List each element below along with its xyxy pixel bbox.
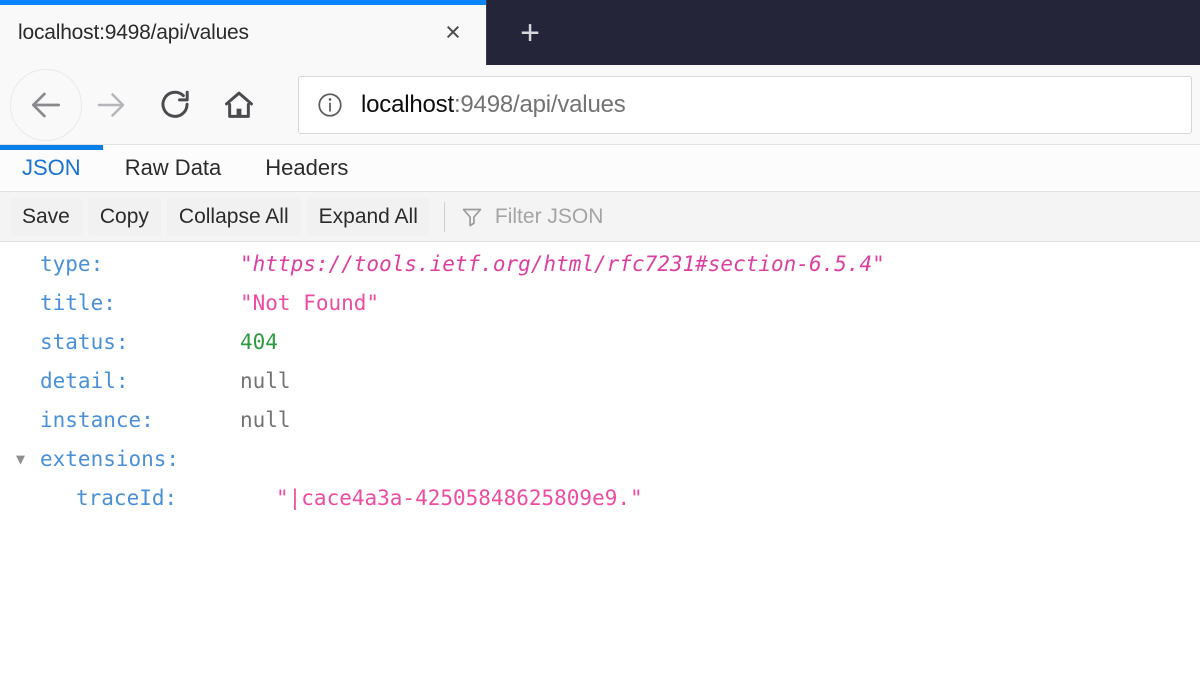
json-key-cell: traceId: xyxy=(40,486,276,510)
toolbar-divider xyxy=(443,201,445,232)
tab-json-label: JSON xyxy=(22,155,81,180)
json-viewer-tabs: JSON Raw Data Headers xyxy=(0,145,1200,192)
json-key: instance: xyxy=(40,408,154,432)
save-button[interactable]: Save xyxy=(10,197,82,236)
tab-headers-label: Headers xyxy=(265,155,349,180)
copy-button[interactable]: Copy xyxy=(87,197,161,236)
tab-raw-data-label: Raw Data xyxy=(124,155,222,180)
filter-json-input[interactable]: Filter JSON xyxy=(459,198,1200,236)
close-icon[interactable]: × xyxy=(434,14,472,52)
copy-button-label: Copy xyxy=(99,204,149,228)
json-key-cell: title: xyxy=(40,291,240,315)
home-icon xyxy=(222,88,256,122)
filter-icon xyxy=(459,204,485,230)
forward-arrow-icon xyxy=(93,87,129,123)
json-key: type: xyxy=(40,252,104,276)
filter-json-placeholder: Filter JSON xyxy=(494,204,604,228)
address-bar-url: localhost:9498/api/values xyxy=(361,91,626,119)
json-row[interactable]: ▼ extensions: xyxy=(0,447,1200,486)
browser-tab-title: localhost:9498/api/values xyxy=(18,20,249,44)
navigation-toolbar: localhost:9498/api/values xyxy=(0,65,1200,145)
json-value: "|cace4a3a-42505848625809e9." xyxy=(276,486,643,510)
json-value: null xyxy=(240,369,291,393)
json-row[interactable]: status: 404 xyxy=(0,330,1200,369)
json-value: "Not Found" xyxy=(240,291,380,315)
json-value: 404 xyxy=(240,330,278,354)
plus-icon[interactable]: + xyxy=(510,13,550,53)
collapse-all-button-label: Collapse All xyxy=(178,204,289,228)
expand-triangle-icon[interactable]: ▼ xyxy=(16,452,40,467)
expand-all-button[interactable]: Expand All xyxy=(306,197,430,236)
tab-json[interactable]: JSON xyxy=(0,145,103,191)
tab-headers[interactable]: Headers xyxy=(243,145,370,191)
json-value: null xyxy=(240,408,291,432)
url-path: :9498/api/values xyxy=(453,90,626,118)
json-row[interactable]: type: "https://tools.ietf.org/html/rfc723… xyxy=(0,252,1200,291)
json-row[interactable]: traceId: "|cace4a3a-42505848625809e9." xyxy=(0,486,1200,525)
json-key: detail: xyxy=(40,369,129,393)
json-row[interactable]: instance: null xyxy=(0,408,1200,447)
browser-tab-strip: localhost:9498/api/values × + xyxy=(0,0,1200,65)
json-key: status: xyxy=(40,330,129,354)
json-key: title: xyxy=(40,291,116,315)
json-key-cell: status: xyxy=(40,330,240,354)
json-rows: type: "https://tools.ietf.org/html/rfc723… xyxy=(0,252,1200,525)
save-button-label: Save xyxy=(22,204,70,228)
back-arrow-icon xyxy=(27,86,65,124)
forward-button[interactable] xyxy=(86,80,136,130)
reload-button[interactable] xyxy=(150,80,200,130)
new-tab-area: + xyxy=(486,0,1200,65)
tab-raw-data[interactable]: Raw Data xyxy=(103,145,244,191)
json-viewer-toolbar: Save Copy Collapse All Expand All Filter… xyxy=(0,192,1200,242)
reload-icon xyxy=(158,88,192,122)
expand-all-button-label: Expand All xyxy=(318,204,418,228)
json-key-cell: instance: xyxy=(40,408,240,432)
json-key-cell: type: xyxy=(40,252,240,276)
json-row[interactable]: title: "Not Found" xyxy=(0,291,1200,330)
url-host: localhost xyxy=(361,90,454,118)
back-button[interactable] xyxy=(10,68,82,141)
collapse-all-button[interactable]: Collapse All xyxy=(166,197,301,236)
json-key-cell: detail: xyxy=(40,369,240,393)
json-content-panel: type: "https://tools.ietf.org/html/rfc723… xyxy=(0,242,1200,692)
browser-tab[interactable]: localhost:9498/api/values × xyxy=(0,0,486,65)
info-icon[interactable] xyxy=(315,90,345,120)
json-key: extensions: xyxy=(40,447,180,471)
json-value[interactable]: "https://tools.ietf.org/html/rfc7231#sec… xyxy=(240,252,885,276)
address-bar[interactable]: localhost:9498/api/values xyxy=(298,75,1192,134)
json-key: traceId: xyxy=(76,486,178,510)
json-row[interactable]: detail: null xyxy=(0,369,1200,408)
json-key-cell: extensions: xyxy=(40,447,240,471)
home-button[interactable] xyxy=(214,80,264,130)
